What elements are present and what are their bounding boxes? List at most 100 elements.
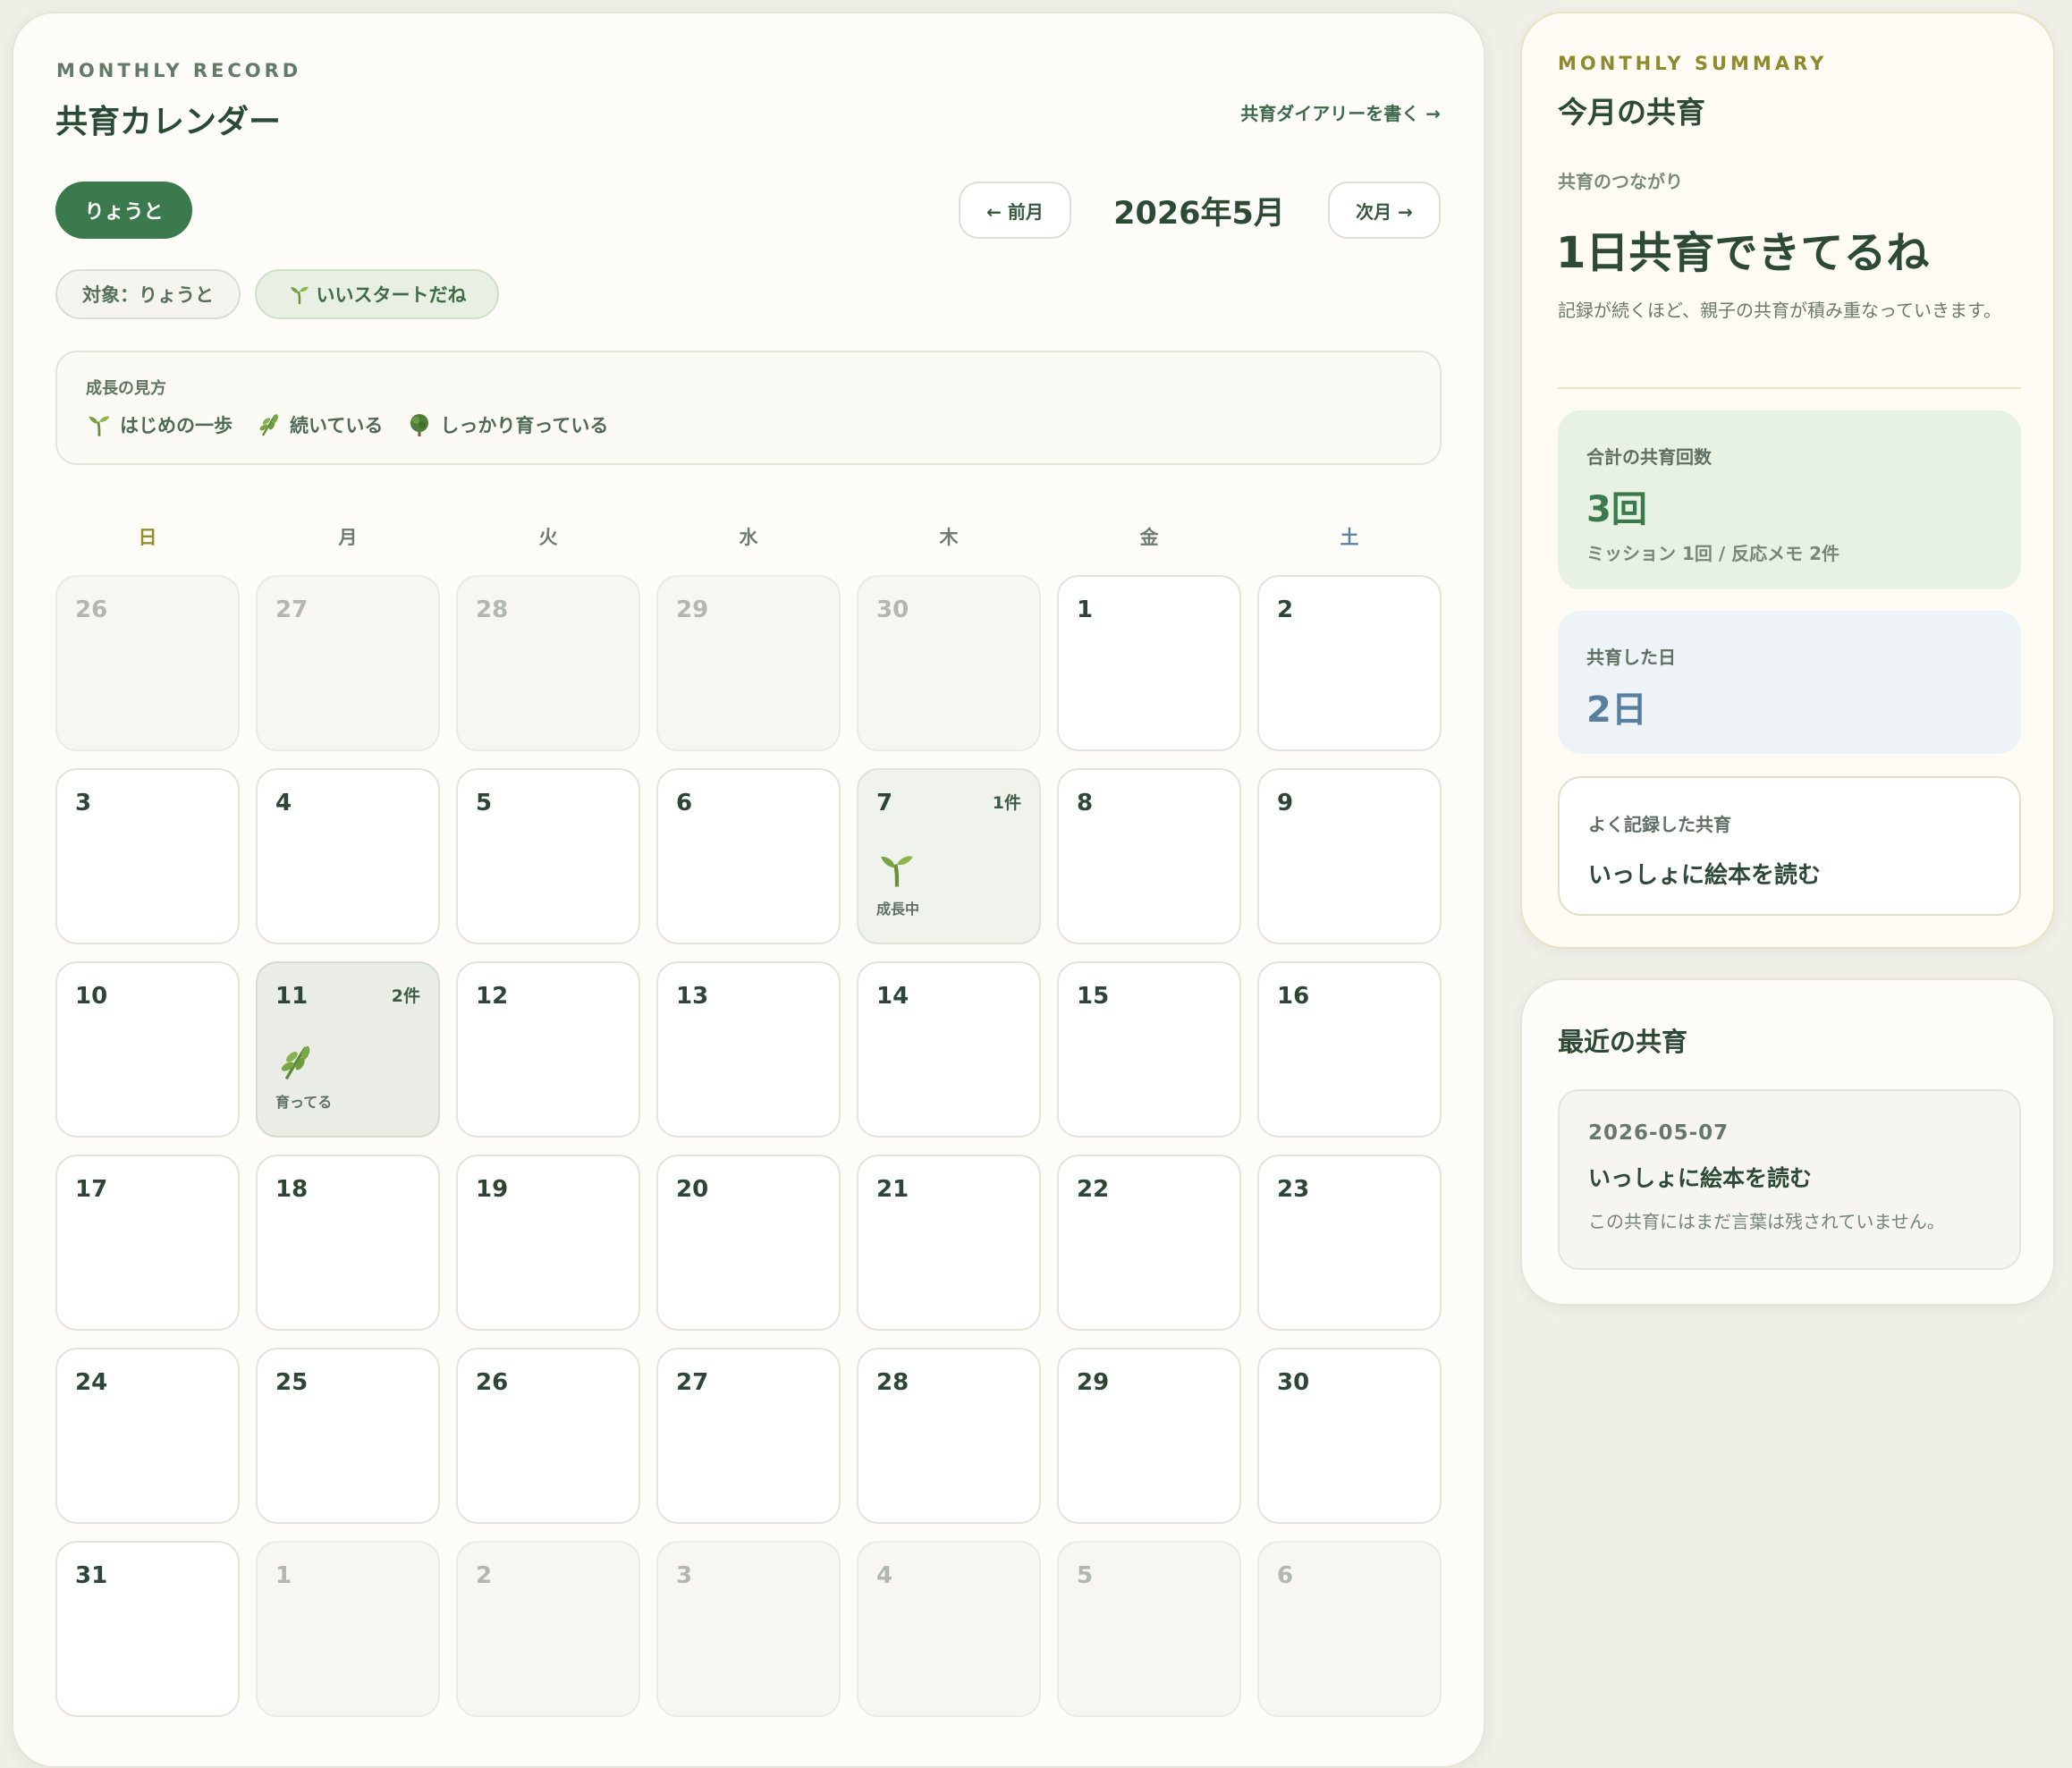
monthly-summary-panel: MONTHLY SUMMARY 今月の共育 共育のつながり 1日共育できてるね …: [1520, 12, 2055, 949]
day-number: 15: [1077, 983, 1110, 1010]
growth-label: 成長中: [876, 901, 920, 918]
calendar-day[interactable]: 28: [857, 1348, 1041, 1524]
day-number: 5: [476, 790, 493, 816]
sprout-icon: [89, 416, 110, 436]
legend-items: はじめの一歩 続いている しっかり育っている: [86, 411, 608, 438]
calendar-day-outside[interactable]: 29: [656, 575, 841, 751]
calendar-day-outside[interactable]: 27: [256, 575, 440, 751]
calendar-day-outside[interactable]: 1: [256, 1541, 440, 1717]
calendar-day[interactable]: 1: [1057, 575, 1241, 751]
day-number: 1: [275, 1562, 292, 1589]
day-number: 23: [1277, 1176, 1310, 1203]
day-number: 12: [476, 983, 509, 1010]
calendar-day[interactable]: 22: [1057, 1155, 1241, 1331]
legend-title: 成長の見方: [86, 379, 166, 398]
calendar-day-outside[interactable]: 30: [857, 575, 1041, 751]
day-number: 11: [275, 983, 309, 1010]
weekday-thu: 木: [939, 527, 959, 548]
weekday-fri: 金: [1139, 527, 1159, 548]
calendar-day[interactable]: 10: [55, 961, 240, 1138]
recent-item-name: いっしょに絵本を読む: [1588, 1165, 1813, 1191]
target-chip-label: 対象：りょうと: [82, 284, 214, 306]
recent-title: 最近の共育: [1558, 1027, 1688, 1057]
prev-month-button[interactable]: ← 前月: [959, 182, 1071, 239]
most-recorded-label: よく記録した共育: [1588, 814, 1731, 835]
total-count-value: 3回: [1586, 489, 1647, 530]
day-number: 3: [676, 1562, 693, 1589]
recent-item[interactable]: 2026-05-07 いっしょに絵本を読む この共育にはまだ言葉は残されていませ…: [1558, 1089, 2021, 1270]
calendar-day[interactable]: 17: [55, 1155, 240, 1331]
day-number: 6: [1277, 1562, 1294, 1589]
day-number: 28: [476, 596, 509, 623]
most-recorded-value: いっしょに絵本を読む: [1588, 862, 1822, 889]
target-chip: 対象：りょうと: [55, 269, 241, 319]
sprout-icon: [876, 849, 918, 890]
calendar-day[interactable]: 9: [1257, 768, 1442, 944]
write-diary-link[interactable]: 共育ダイアリーを書く →: [1240, 99, 1441, 125]
day-number: 16: [1277, 983, 1310, 1010]
calendar-day[interactable]: 12: [456, 961, 640, 1138]
day-number: 7: [876, 790, 893, 816]
child-select-button[interactable]: りょうと: [55, 182, 192, 239]
weekday-wed: 水: [739, 527, 758, 548]
day-number: 1: [1077, 596, 1094, 623]
calendar-day[interactable]: 8: [1057, 768, 1241, 944]
day-number: 4: [275, 790, 292, 816]
calendar-day[interactable]: 6: [656, 768, 841, 944]
weekday-sat: 土: [1340, 527, 1359, 548]
calendar-day[interactable]: 19: [456, 1155, 640, 1331]
calendar-day[interactable]: 30: [1257, 1348, 1442, 1524]
day-number: 6: [676, 790, 693, 816]
connection-value: 1日共育できてるね: [1556, 228, 1930, 278]
total-count-breakdown: ミッション 1回 / 反応メモ 2件: [1586, 543, 1839, 564]
page-title: 共育カレンダー: [55, 104, 282, 140]
calendar-day-outside[interactable]: 4: [857, 1541, 1041, 1717]
calendar-day[interactable]: 13: [656, 961, 841, 1138]
calendar-day[interactable]: 7 1件成長中: [857, 768, 1041, 944]
calendar-day[interactable]: 18: [256, 1155, 440, 1331]
total-count-card: 合計の共育回数 3回 ミッション 1回 / 反応メモ 2件: [1558, 410, 2021, 589]
record-count-badge: 1件: [992, 793, 1021, 813]
day-number: 30: [1277, 1369, 1310, 1396]
legend-label: しっかり育っている: [440, 415, 609, 436]
leafy-branch-icon: [259, 414, 278, 436]
calendar-day-outside[interactable]: 2: [456, 1541, 640, 1717]
calendar-day[interactable]: 31: [55, 1541, 240, 1717]
calendar-day[interactable]: 5: [456, 768, 640, 944]
calendar-day[interactable]: 23: [1257, 1155, 1442, 1331]
day-number: 22: [1077, 1176, 1110, 1203]
calendar-day-outside[interactable]: 28: [456, 575, 640, 751]
calendar-day[interactable]: 16: [1257, 961, 1442, 1138]
calendar-day[interactable]: 26: [456, 1348, 640, 1524]
calendar-day[interactable]: 20: [656, 1155, 841, 1331]
day-number: 27: [676, 1369, 709, 1396]
day-number: 2: [476, 1562, 493, 1589]
recent-activity-panel: 最近の共育 2026-05-07 いっしょに絵本を読む この共育にはまだ言葉は残…: [1520, 978, 2055, 1306]
legend-item-first-step: はじめの一歩: [86, 411, 233, 438]
calendar-day[interactable]: 3: [55, 768, 240, 944]
day-number: 10: [75, 983, 108, 1010]
day-number: 31: [75, 1562, 108, 1589]
calendar-day[interactable]: 4: [256, 768, 440, 944]
calendar-day-outside[interactable]: 6: [1257, 1541, 1442, 1717]
calendar-day-outside[interactable]: 5: [1057, 1541, 1241, 1717]
calendar-day[interactable]: 21: [857, 1155, 1041, 1331]
calendar-day[interactable]: 24: [55, 1348, 240, 1524]
calendar-day[interactable]: 2: [1257, 575, 1442, 751]
calendar-day-outside[interactable]: 3: [656, 1541, 841, 1717]
calendar-day[interactable]: 29: [1057, 1348, 1241, 1524]
calendar-day-outside[interactable]: 26: [55, 575, 240, 751]
summary-title: 今月の共育: [1558, 95, 1705, 130]
calendar-day[interactable]: 14: [857, 961, 1041, 1138]
calendar-day[interactable]: 15: [1057, 961, 1241, 1138]
day-number: 29: [676, 596, 709, 623]
calendar-panel: MONTHLY RECORD 共育カレンダー 共育ダイアリーを書く → りょうと…: [12, 12, 1485, 1768]
calendar-day[interactable]: 25: [256, 1348, 440, 1524]
calendar-day[interactable]: 27: [656, 1348, 841, 1524]
recent-item-date: 2026-05-07: [1588, 1121, 1729, 1145]
day-number: 13: [676, 983, 709, 1010]
legend-item-continuing: 続いている: [256, 411, 383, 438]
calendar-day[interactable]: 11 2件 育ってる: [256, 961, 440, 1138]
next-month-button[interactable]: 次月 →: [1328, 182, 1441, 239]
weekday-header: 日 月 火 水 木 金 土: [55, 523, 1442, 550]
